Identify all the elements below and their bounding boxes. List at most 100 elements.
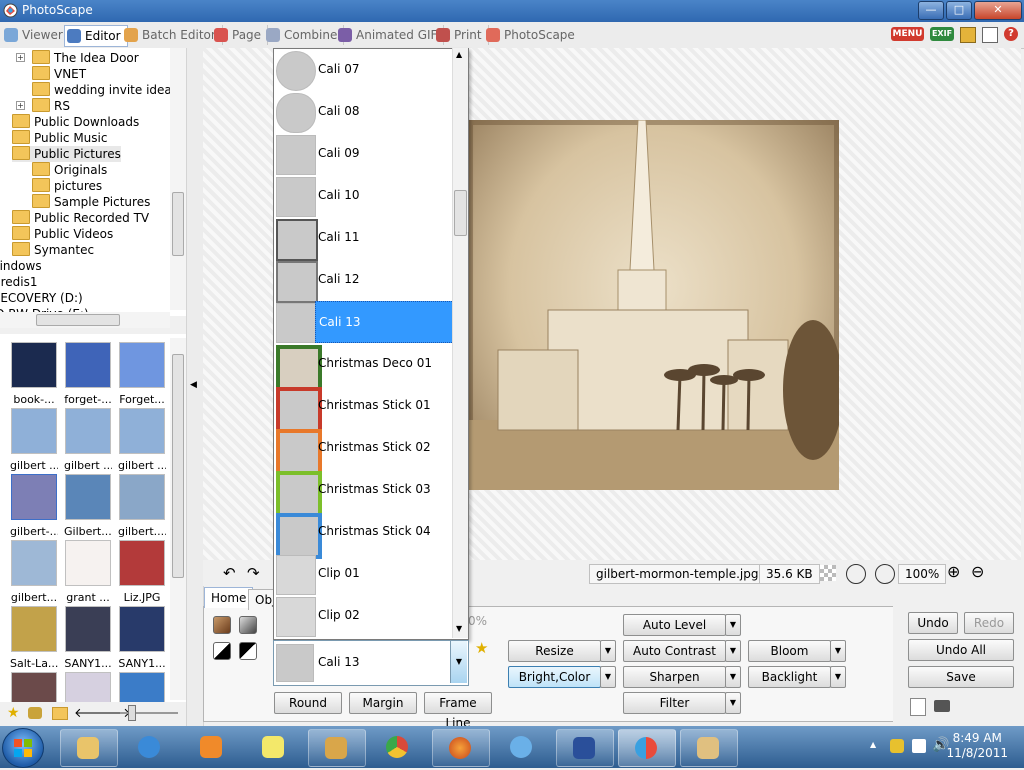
- tree-item[interactable]: Public Downloads: [12, 114, 139, 130]
- printer-icon[interactable]: [934, 700, 950, 712]
- tree-horizontal-scrollbar[interactable]: [0, 312, 170, 328]
- taskbar-safari[interactable]: [494, 729, 550, 765]
- scroll-down-icon[interactable]: ▼: [456, 624, 462, 633]
- rotate-right-icon[interactable]: ↷: [247, 564, 260, 582]
- edited-photo[interactable]: [468, 120, 839, 490]
- open-folder-icon[interactable]: [52, 707, 68, 720]
- frame-option[interactable]: Cali 07: [274, 49, 452, 91]
- show-hidden-icons[interactable]: ▲: [870, 740, 876, 749]
- frame-option[interactable]: Clip 01: [274, 553, 452, 595]
- frame-option[interactable]: Christmas Stick 03: [274, 469, 452, 517]
- zoom-actual-icon[interactable]: [875, 564, 895, 584]
- resize-dropdown[interactable]: ▼: [600, 640, 616, 662]
- redo-button[interactable]: Redo: [964, 612, 1014, 634]
- tree-item[interactable]: VNET: [32, 66, 86, 82]
- backlight-dropdown[interactable]: ▼: [830, 666, 846, 688]
- thumbnail-item[interactable]: Liz.JPG: [118, 540, 166, 604]
- tab-animated-gif[interactable]: Animated GIF: [336, 25, 445, 45]
- resize-button[interactable]: Resize: [508, 640, 601, 662]
- filter-dropdown[interactable]: ▼: [725, 692, 741, 714]
- battery-icon[interactable]: [912, 739, 926, 753]
- auto-level-dropdown[interactable]: ▼: [725, 614, 741, 636]
- tab-batch-editor[interactable]: Batch Editor: [122, 25, 223, 45]
- frame-option[interactable]: Clip 02: [274, 595, 452, 637]
- frame-option[interactable]: Cali 11: [274, 217, 452, 261]
- bloom-button[interactable]: Bloom: [748, 640, 831, 662]
- frame-style-icon[interactable]: [239, 616, 257, 634]
- frame-style-icon[interactable]: [239, 642, 257, 660]
- thumbnail-item[interactable]: SANY1...: [118, 606, 166, 670]
- frame-line-button[interactable]: Frame Line: [424, 692, 492, 730]
- tree-item[interactable]: Symantec: [12, 242, 94, 258]
- taskbar-sticky-notes[interactable]: [246, 729, 302, 765]
- tree-vertical-scrollbar[interactable]: [170, 48, 186, 310]
- tree-item[interactable]: Sample Pictures: [32, 194, 150, 210]
- tab-combine[interactable]: Combine: [264, 25, 345, 45]
- taskbar-internet-explorer[interactable]: [122, 729, 178, 765]
- tab-print[interactable]: Print: [434, 25, 489, 45]
- tree-item[interactable]: Originals: [32, 162, 107, 178]
- new-file-icon[interactable]: [910, 698, 926, 716]
- taskbar-chrome[interactable]: [370, 729, 426, 765]
- thumbnail-item[interactable]: gilbert....: [118, 474, 166, 538]
- thumbnail-item[interactable]: grant ...: [64, 540, 112, 604]
- undo-all-button[interactable]: Undo All: [908, 639, 1014, 661]
- thumbnail-item[interactable]: Gilbert....: [64, 474, 112, 538]
- backlight-button[interactable]: Backlight: [748, 666, 831, 688]
- help-icon[interactable]: ?: [1004, 27, 1018, 41]
- expand-icon[interactable]: +: [16, 53, 25, 62]
- thumbnail-item[interactable]: Forget...: [118, 342, 166, 406]
- frame-option[interactable]: Christmas Stick 01: [274, 385, 452, 433]
- tree-item[interactable]: wedding invite ideas: [32, 82, 178, 98]
- tree-item[interactable]: Windows: [0, 258, 42, 274]
- thumbnail-item[interactable]: book-...: [10, 342, 58, 406]
- scroll-thumb[interactable]: [172, 192, 184, 256]
- tree-item[interactable]: The Idea Door: [32, 50, 139, 66]
- thumbnail-item[interactable]: [10, 672, 58, 706]
- taskbar-explorer[interactable]: [60, 729, 118, 767]
- frame-option[interactable]: Christmas Deco 01: [274, 343, 452, 391]
- round-button[interactable]: Round: [274, 692, 342, 714]
- checkerboard-icon[interactable]: [820, 565, 836, 581]
- sharpen-dropdown[interactable]: ▼: [725, 666, 741, 688]
- taskbar-paint[interactable]: [680, 729, 738, 767]
- scroll-up-icon[interactable]: ▲: [456, 50, 462, 59]
- thumbnail-item[interactable]: [118, 672, 166, 706]
- tree-item[interactable]: Public Recorded TV: [12, 210, 149, 226]
- thumbnail-item[interactable]: Salt-La...: [10, 606, 58, 670]
- auto-contrast-dropdown[interactable]: ▼: [725, 640, 741, 662]
- frame-option[interactable]: Christmas Stick 04: [274, 511, 452, 559]
- frame-style-icon[interactable]: [213, 616, 231, 634]
- collapse-arrow-icon[interactable]: ◀: [190, 380, 197, 390]
- frame-option[interactable]: Cali 10: [274, 175, 452, 217]
- panel-splitter[interactable]: ◀: [186, 48, 204, 726]
- slider-handle[interactable]: [128, 705, 136, 721]
- bloom-dropdown[interactable]: ▼: [830, 640, 846, 662]
- favorite-star-icon[interactable]: ★: [475, 639, 488, 657]
- start-button[interactable]: [2, 728, 44, 768]
- sharpen-button[interactable]: Sharpen: [623, 666, 726, 688]
- tree-item[interactable]: Public Videos: [12, 226, 113, 242]
- frame-select[interactable]: Cali 13 ▼: [273, 640, 469, 686]
- thumbnail-item[interactable]: [64, 672, 112, 706]
- thumbnail-scrollbar[interactable]: [170, 338, 186, 700]
- frame-style-icon[interactable]: [213, 642, 231, 660]
- scroll-thumb[interactable]: [172, 354, 184, 578]
- thumbnail-item[interactable]: gilbert ...: [10, 408, 58, 472]
- scroll-thumb[interactable]: [36, 314, 120, 326]
- taskbar-media-player[interactable]: [184, 729, 240, 765]
- taskbar-star-app[interactable]: [556, 729, 614, 767]
- taskbar-firefox[interactable]: [432, 729, 490, 767]
- tab-page[interactable]: Page: [212, 25, 269, 45]
- thumbnail-item[interactable]: gilbert-...: [10, 474, 58, 538]
- zoom-out-icon[interactable]: ⊖: [971, 562, 984, 581]
- margin-button[interactable]: Margin: [349, 692, 417, 714]
- thumbnail-item[interactable]: gilbert...: [10, 540, 58, 604]
- copy-icon[interactable]: [982, 27, 998, 43]
- zoom-in-icon[interactable]: ⊕: [947, 562, 960, 581]
- star-icon[interactable]: ★: [7, 705, 20, 721]
- expand-icon[interactable]: +: [16, 101, 25, 110]
- thumbnail-item[interactable]: forget-...: [64, 342, 112, 406]
- frame-option-selected[interactable]: Cali 13: [274, 301, 454, 343]
- flag-icon[interactable]: [890, 739, 904, 753]
